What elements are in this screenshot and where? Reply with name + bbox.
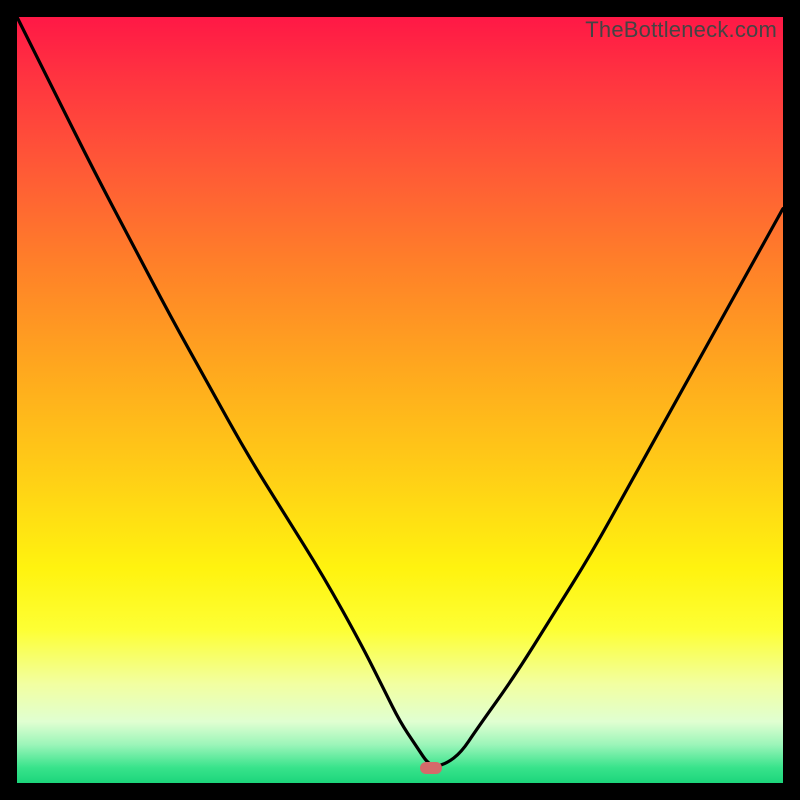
curve-path — [17, 17, 783, 766]
chart-frame: TheBottleneck.com — [0, 0, 800, 800]
plot-area: TheBottleneck.com — [17, 17, 783, 783]
minimum-marker — [420, 762, 442, 774]
bottleneck-curve — [17, 17, 783, 783]
